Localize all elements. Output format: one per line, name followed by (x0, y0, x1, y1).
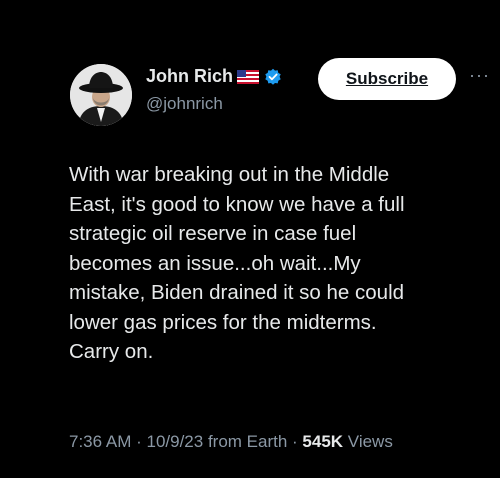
tweet-card: John Rich @johnrich Subscribe ··· With w… (0, 0, 500, 478)
tweet-text: With war breaking out in the Middle East… (69, 163, 405, 363)
tweet-meta: 7:36 AM · 10/9/23 from Earth · 545K View… (69, 432, 393, 452)
views-label: Views (343, 432, 393, 451)
avatar-image (70, 64, 132, 126)
avatar[interactable] (70, 64, 132, 126)
more-options-icon[interactable]: ··· (469, 66, 490, 84)
author-display-name[interactable]: John Rich (146, 66, 233, 87)
tweet-source: from Earth (203, 432, 288, 451)
us-flag-icon (237, 69, 260, 84)
meta-separator: · (131, 432, 147, 451)
author-name-row: John Rich (146, 66, 282, 87)
verified-badge-icon[interactable] (264, 68, 282, 86)
subscribe-button[interactable]: Subscribe (318, 58, 456, 100)
views-count[interactable]: 545K (302, 432, 343, 451)
meta-separator: · (287, 432, 303, 451)
tweet-date[interactable]: 10/9/23 (146, 432, 203, 451)
author-handle[interactable]: @johnrich (146, 94, 223, 114)
tweet-time[interactable]: 7:36 AM (69, 432, 131, 451)
